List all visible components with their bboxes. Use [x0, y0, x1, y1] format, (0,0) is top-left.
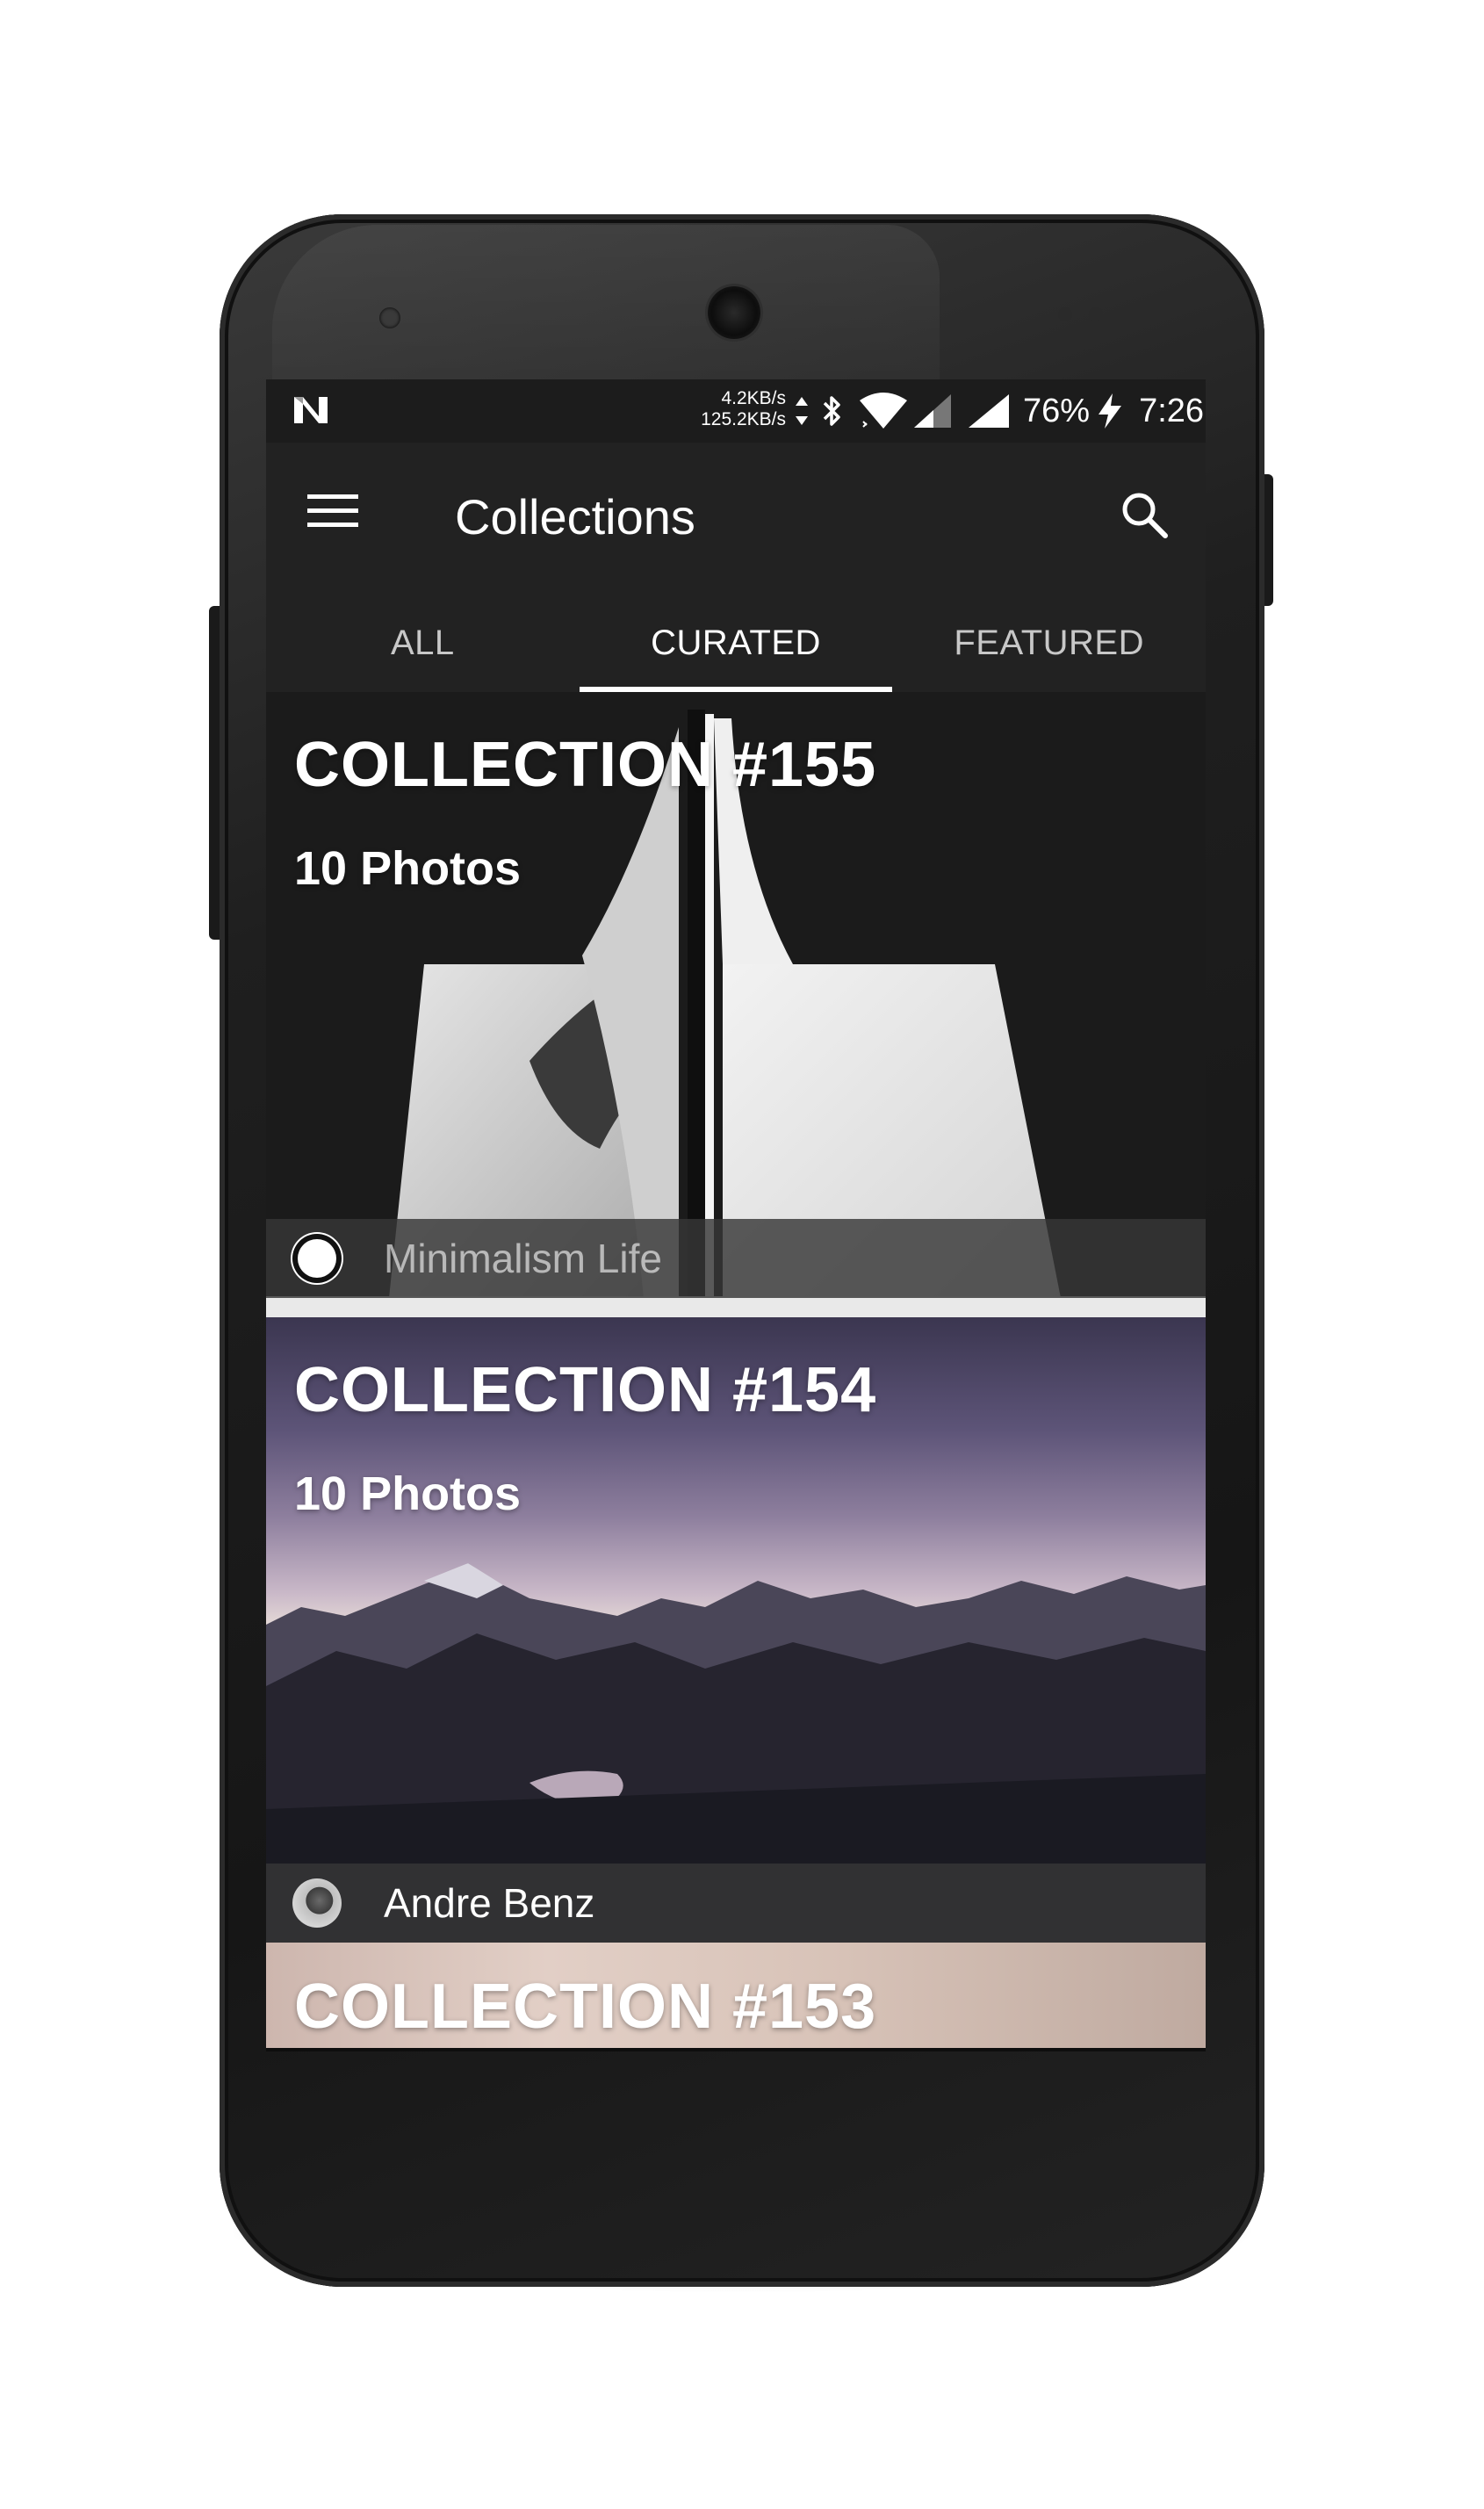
search-icon — [1122, 493, 1168, 538]
status-icons: 76% 7:26 — [793, 392, 1204, 430]
collection-author-bar[interactable]: Andre Benz — [266, 1864, 1206, 1943]
network-speed-down: 125.2KB/s — [701, 409, 786, 429]
network-speed: 4.2KB/s 125.2KB/s — [654, 388, 786, 430]
charging-icon — [1099, 393, 1122, 429]
light-sensor — [1089, 307, 1103, 321]
data-arrows-icon — [796, 397, 808, 425]
proximity-sensor — [1058, 307, 1072, 321]
collection-author-bar[interactable]: Minimalism Life — [266, 1219, 1206, 1298]
bluetooth-icon — [823, 396, 840, 426]
collection-card[interactable]: COLLECTION #153 — [266, 1943, 1206, 2048]
author-name: Andre Benz — [384, 1880, 595, 1926]
collection-card[interactable]: COLLECTION #155 10 Photos Minimalism Lif… — [266, 692, 1206, 1317]
device-mockup: 4.2KB/s 125.2KB/s 76% 7:26 Collections A… — [0, 0, 1484, 2509]
battery-percent: 76% — [1023, 392, 1091, 429]
collection-card[interactable]: COLLECTION #154 10 Photos Andre Benz — [266, 1317, 1206, 1943]
menu-button[interactable] — [298, 476, 368, 546]
n-logo-icon — [294, 397, 328, 423]
collection-title: COLLECTION #153 — [294, 1972, 877, 2042]
collection-photo-count: 10 Photos — [294, 1467, 522, 1520]
collection-title: COLLECTION #154 — [294, 1355, 877, 1425]
tab-curated[interactable]: CURATED — [579, 594, 893, 692]
screen-bottom-edge — [266, 2048, 1206, 2051]
author-avatar — [292, 1878, 342, 1928]
hamburger-menu-icon — [307, 494, 358, 527]
status-bar: 4.2KB/s 125.2KB/s 76% 7:26 — [266, 379, 1206, 443]
page-title: Collections — [455, 489, 695, 544]
tab-bar: ALL CURATED FEATURED — [266, 594, 1206, 692]
app-bar: Collections — [266, 443, 1206, 594]
search-button[interactable] — [1109, 479, 1179, 550]
collection-title: COLLECTION #155 — [294, 730, 877, 800]
network-speed-up: 4.2KB/s — [721, 388, 786, 408]
signal-full-icon — [969, 394, 1009, 428]
signal-icon — [914, 394, 951, 428]
collection-photo-count: 10 Photos — [294, 842, 522, 895]
front-camera — [379, 307, 400, 328]
author-name: Minimalism Life — [384, 1236, 662, 1281]
wifi-icon — [860, 393, 907, 429]
earpiece-speaker — [708, 286, 760, 339]
clock: 7:26 — [1139, 392, 1205, 429]
tab-featured[interactable]: FEATURED — [892, 594, 1206, 692]
phone-screen: 4.2KB/s 125.2KB/s 76% 7:26 Collections A… — [266, 379, 1206, 2048]
tab-all[interactable]: ALL — [266, 594, 580, 692]
author-avatar — [292, 1234, 342, 1283]
